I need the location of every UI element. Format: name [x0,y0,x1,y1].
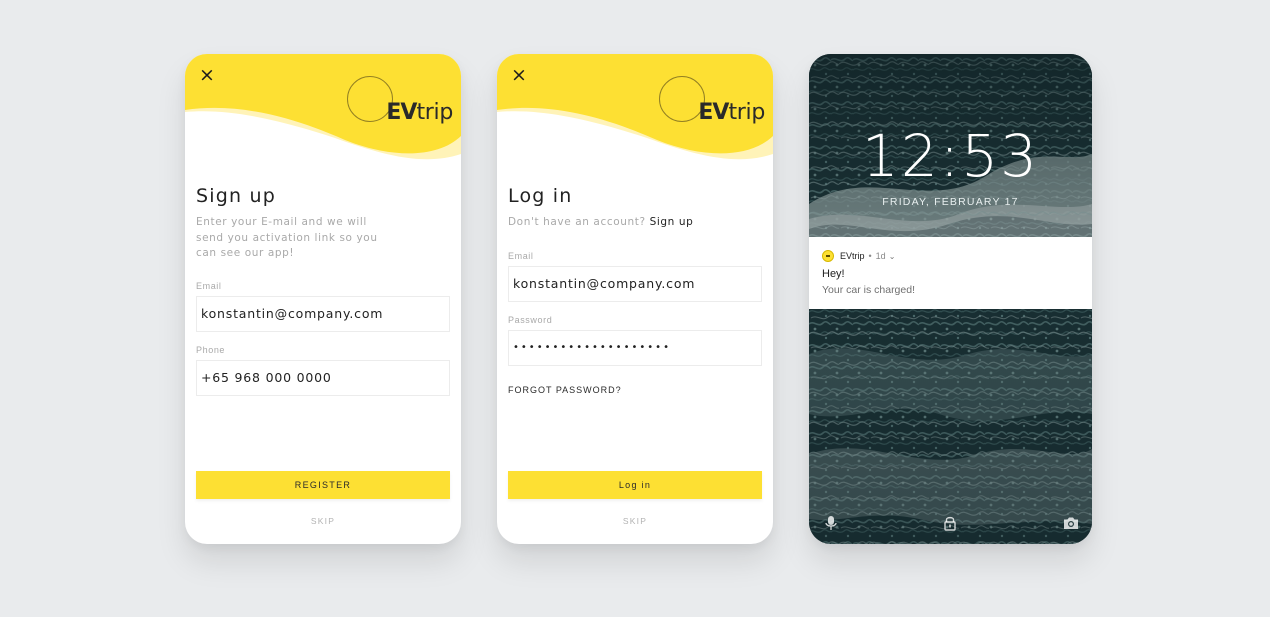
evtrip-app-icon [822,250,834,262]
evtrip-logo: EVtrip [347,76,453,134]
skip-button[interactable]: SKIP [185,516,461,526]
password-label: Password [508,315,553,325]
forgot-password-link[interactable]: FORGOT PASSWORD? [508,385,622,395]
notification-separator: • [868,251,872,261]
camera-icon[interactable] [1062,514,1080,532]
signup-description: Enter your E-mail and we will send you a… [196,216,378,259]
notification-header: EVtrip • 1d ⌄ [822,249,895,263]
login-header: × EVtrip [497,54,773,174]
page-title: Sign up [196,185,276,207]
logo-light: trip [416,100,453,125]
signup-link[interactable]: Sign up [650,216,694,228]
evtrip-logo: EVtrip [659,76,765,134]
password-field[interactable]: •••••••••••••••••••• [508,330,762,366]
close-icon[interactable]: × [197,64,217,86]
register-button[interactable]: REGISTER [196,471,450,499]
logo-bold: EV [386,100,417,125]
logo-text: EVtrip [386,100,453,125]
no-account-label: Don't have an account? [508,216,646,228]
email-label: Email [196,281,222,291]
lock-icon[interactable] [941,514,959,532]
notification-body: Your car is charged! [822,284,915,296]
signup-header: × EVtrip [185,54,461,174]
no-account-text: Don't have an account? Sign up [508,216,693,228]
signup-screen: × EVtrip Sign up Enter your E-mail and w… [185,54,461,544]
logo-bold: EV [698,100,729,125]
notification-title: Hey! [822,268,845,280]
notification-card[interactable]: EVtrip • 1d ⌄ Hey! Your car is charged! [809,237,1092,309]
logo-light: trip [728,100,765,125]
chevron-down-icon[interactable]: ⌄ [889,252,896,261]
notification-app-name: EVtrip [840,251,865,261]
close-icon[interactable]: × [509,64,529,86]
email-field[interactable]: konstantin@company.com [196,296,450,332]
lock-clock: 12:53 [861,122,1040,190]
lock-date: FRIDAY, FEBRUARY 17 [882,196,1019,208]
skip-button[interactable]: SKIP [497,516,773,526]
phone-label: Phone [196,345,226,355]
logo-text: EVtrip [698,100,765,125]
login-button[interactable]: Log in [508,471,762,499]
email-field[interactable]: konstantin@company.com [508,266,762,302]
notification-age: 1d [875,251,886,261]
page-title: Log in [508,185,573,207]
mic-icon[interactable] [822,514,840,532]
login-screen: × EVtrip Log in Don't have an account? S… [497,54,773,544]
email-label: Email [508,251,534,261]
lock-screen: 12:53 FRIDAY, FEBRUARY 17 EVtrip • 1d ⌄ … [809,54,1092,544]
phone-field[interactable]: +65 968 000 0000 [196,360,450,396]
